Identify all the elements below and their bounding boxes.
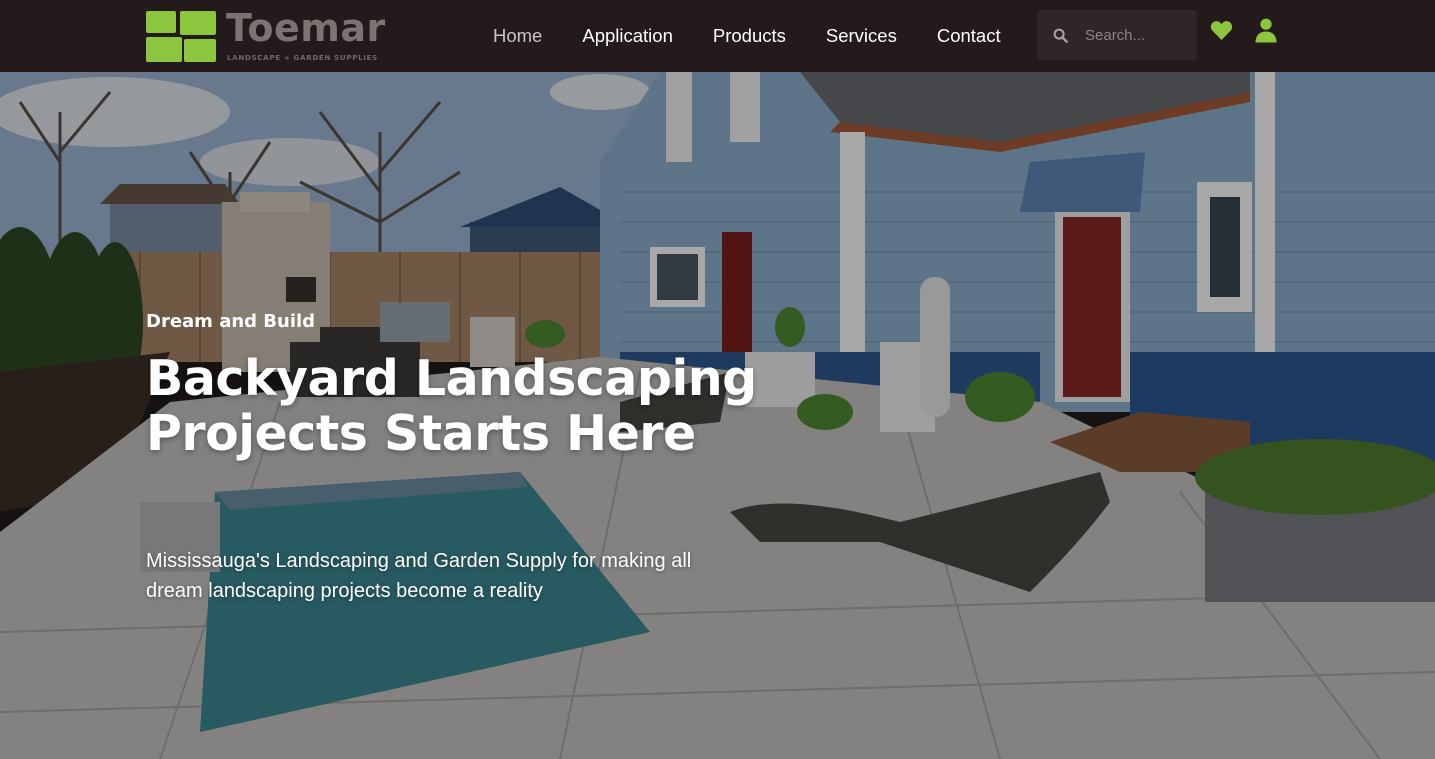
account-button[interactable] (1255, 18, 1277, 43)
hero-subtitle: Mississauga's Landscaping and Garden Sup… (146, 550, 692, 602)
hero-title: Backyard Landscaping Projects Starts Her… (146, 350, 757, 462)
brand-name: Toemar (226, 6, 386, 50)
site-header: Toemar LANDSCAPE + GARDEN SUPPLIES Home … (0, 0, 1435, 72)
main-nav: Home Application Products Services Conta… (493, 0, 1001, 72)
user-icon (1255, 18, 1277, 43)
hero-section: Dream and Build Backyard Landscaping Pro… (0, 72, 1435, 759)
logo-link[interactable]: Toemar LANDSCAPE + GARDEN SUPPLIES (146, 6, 385, 64)
nav-services[interactable]: Services (826, 25, 897, 47)
nav-products[interactable]: Products (713, 25, 786, 47)
heart-icon (1210, 21, 1233, 41)
nav-contact[interactable]: Contact (937, 25, 1001, 47)
search-icon[interactable] (1053, 28, 1068, 43)
search-box (1037, 10, 1197, 60)
brand-tagline: LANDSCAPE + GARDEN SUPPLIES (227, 53, 378, 62)
logo-mark-icon (146, 11, 218, 63)
hero-eyebrow: Dream and Build (146, 311, 316, 332)
search-input[interactable] (1085, 22, 1190, 48)
wishlist-button[interactable] (1210, 20, 1233, 41)
nav-home[interactable]: Home (493, 25, 542, 47)
nav-application[interactable]: Application (582, 25, 673, 47)
